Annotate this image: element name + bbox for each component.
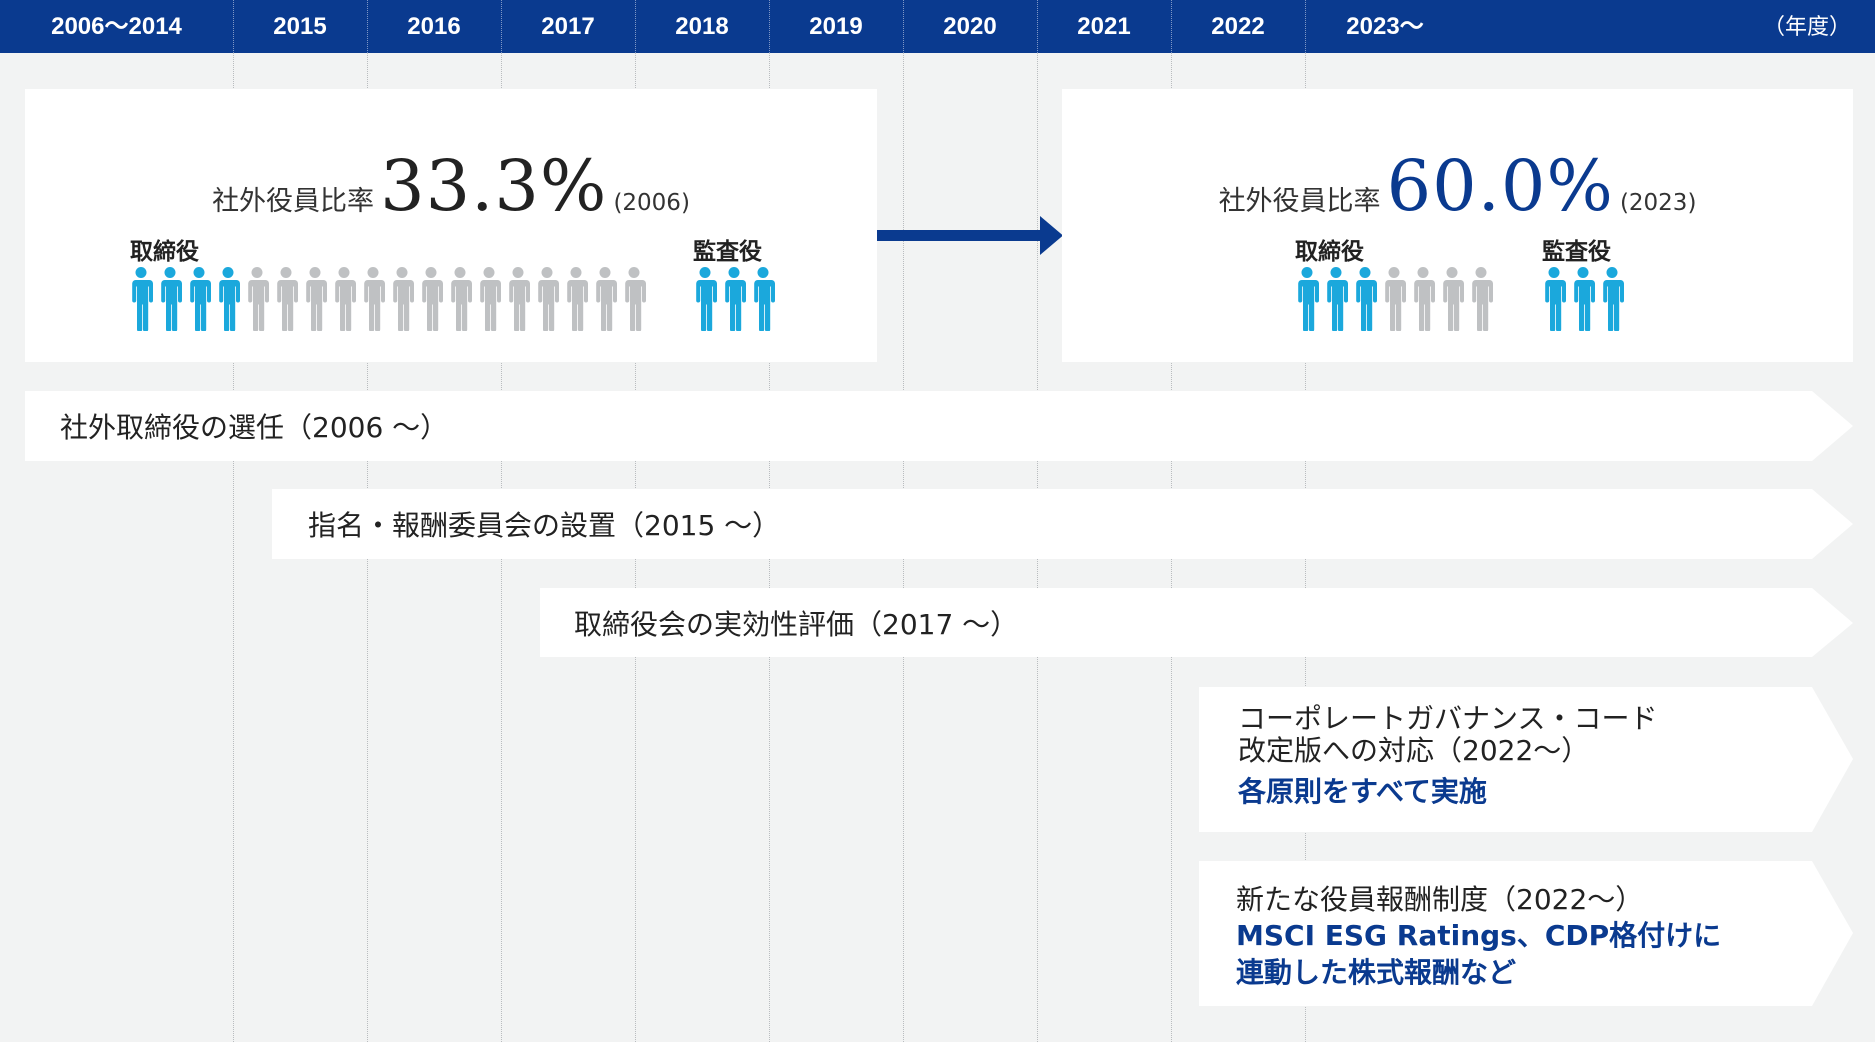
directors-label: 取締役 — [130, 239, 199, 265]
inside-person-icon — [625, 267, 646, 331]
outside-person-icon — [696, 267, 717, 331]
directors-label: 取締役 — [1295, 239, 1364, 265]
inside-person-icon — [480, 267, 501, 331]
outside-person-icon — [754, 267, 775, 331]
inside-person-icon — [364, 267, 385, 331]
initiative-cg-code-highlight: 各原則をすべて実施 — [1238, 775, 1487, 808]
year-label: 2020 — [943, 13, 997, 40]
ratio-row: 社外役員比率60.0% (2023) — [1062, 145, 1853, 227]
ratio-value: 33.3% — [380, 145, 608, 227]
year-gridline — [1037, 53, 1038, 1042]
year-label: 2023〜 — [1346, 13, 1424, 40]
outside-person-icon — [161, 267, 182, 331]
initiative-cg-code-line1: コーポレートガバナンス・コード — [1238, 702, 1658, 735]
board-composition-2006-card: 社外役員比率33.3% (2006) 取締役 監査役 — [25, 89, 877, 362]
inside-person-icon — [422, 267, 443, 331]
inside-person-icon — [1472, 267, 1493, 331]
inside-person-icon — [1443, 267, 1464, 331]
inside-person-icon — [451, 267, 472, 331]
outside-person-icon — [1356, 267, 1377, 331]
directors-people-icons — [1295, 267, 1493, 331]
year-label: 2017 — [541, 13, 595, 40]
header-divider — [1037, 0, 1038, 53]
unit-label: （年度） — [1762, 15, 1851, 40]
inside-person-icon — [248, 267, 269, 331]
header-divider — [367, 0, 368, 53]
year-header-bar: 2006〜2014 2015 2016 2017 2018 2019 2020 … — [0, 0, 1875, 53]
header-divider — [1171, 0, 1172, 53]
inside-person-icon — [1385, 267, 1406, 331]
initiative-cg-code: コーポレートガバナンス・コード 改定版への対応（2022〜） — [1238, 703, 1657, 767]
auditors-label: 監査役 — [1542, 239, 1611, 265]
year-gridline — [903, 53, 904, 1042]
ratio-year: (2006) — [613, 190, 690, 216]
ratio-value: 60.0% — [1386, 145, 1614, 227]
directors-people-icons — [129, 267, 646, 331]
year-label: 2021 — [1077, 13, 1131, 40]
ratio-label: 社外役員比率 — [1218, 186, 1381, 217]
initiative-compensation-highlight-line2: 連動した株式報酬など — [1236, 956, 1517, 989]
outside-person-icon — [725, 267, 746, 331]
ratio-year: (2023) — [1619, 190, 1697, 216]
auditors-people-icons — [1542, 267, 1624, 331]
inside-person-icon — [306, 267, 327, 331]
year-label: 2018 — [675, 13, 729, 40]
outside-person-icon — [1298, 267, 1319, 331]
outside-person-icon — [1603, 267, 1624, 331]
initiative-compensation-highlight: MSCI ESG Ratings、CDP格付けに 連動した株式報酬など — [1236, 917, 1721, 991]
inside-person-icon — [567, 267, 588, 331]
header-divider — [769, 0, 770, 53]
auditors-label: 監査役 — [693, 239, 762, 265]
arrow-right-icon — [877, 216, 1063, 255]
outside-person-icon — [1545, 267, 1566, 331]
initiative-compensation-highlight-line1: MSCI ESG Ratings、CDP格付けに — [1236, 919, 1722, 952]
initiative-nomination-committee: 指名・報酬委員会の設置（2015 〜） — [308, 509, 781, 542]
initiative-executive-compensation: 新たな役員報酬制度（2022〜） — [1236, 883, 1644, 916]
header-divider — [233, 0, 234, 53]
inside-person-icon — [509, 267, 530, 331]
inside-person-icon — [277, 267, 298, 331]
inside-person-icon — [1414, 267, 1435, 331]
year-label: 2016 — [407, 13, 461, 40]
auditors-people-icons — [693, 267, 775, 331]
header-divider — [1305, 0, 1306, 53]
inside-person-icon — [596, 267, 617, 331]
outside-person-icon — [190, 267, 211, 331]
initiative-outside-directors: 社外取締役の選任（2006 〜） — [60, 411, 449, 444]
ratio-label: 社外役員比率 — [212, 186, 375, 217]
inside-person-icon — [393, 267, 414, 331]
inside-person-icon — [335, 267, 356, 331]
initiative-board-evaluation: 取締役会の実効性評価（2017 〜） — [574, 608, 1019, 641]
outside-person-icon — [132, 267, 153, 331]
outside-person-icon — [1327, 267, 1348, 331]
header-divider — [501, 0, 502, 53]
year-label: 2015 — [273, 13, 327, 40]
inside-person-icon — [538, 267, 559, 331]
header-divider — [903, 0, 904, 53]
year-label: 2019 — [809, 13, 863, 40]
year-label: 2022 — [1211, 13, 1265, 40]
board-composition-2023-card: 社外役員比率60.0% (2023) 取締役 監査役 — [1062, 89, 1853, 362]
outside-person-icon — [219, 267, 240, 331]
header-divider — [635, 0, 636, 53]
outside-person-icon — [1574, 267, 1595, 331]
year-label: 2006〜2014 — [51, 13, 182, 40]
initiative-cg-code-line2: 改定版への対応（2022〜） — [1238, 734, 1590, 767]
ratio-row: 社外役員比率33.3% (2006) — [25, 145, 877, 227]
